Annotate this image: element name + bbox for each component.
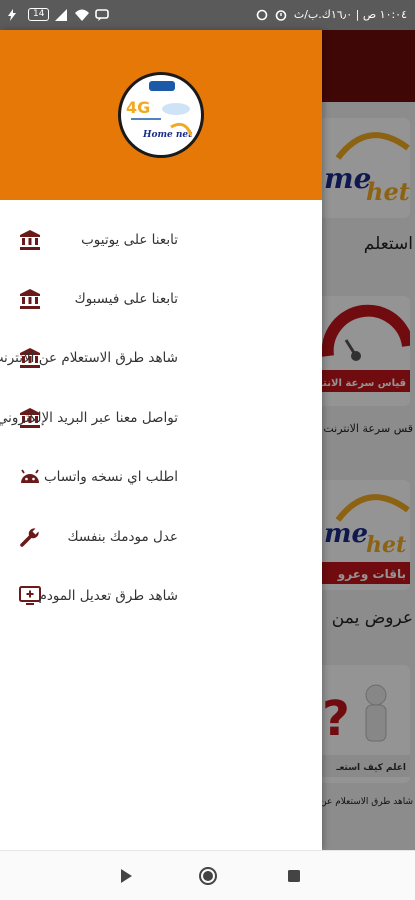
menu-item-email-contact[interactable]: تواصل معنا عبر البريد الإلكتروني: [0, 388, 322, 447]
drawer-header: 4G Home net: [0, 30, 322, 200]
menu-item-label: اطلب اي نسخه واتساب: [43, 469, 178, 486]
logo-4g-text: 4G: [126, 98, 150, 117]
logo-homenet-text: Home net: [142, 130, 193, 140]
battery-indicator: 14: [28, 8, 50, 21]
bank-icon: [18, 228, 42, 252]
menu-item-label: عدل مودمك بنفسك: [67, 528, 178, 545]
message-icon: [95, 8, 110, 21]
app-logo: 4G Home net: [118, 72, 204, 158]
status-time: ١٠:٠٤ ص | ١٦٫٠ك.ب/ث: [293, 8, 407, 21]
menu-item-modem-guides[interactable]: شاهد طرق تعديل المودم: [0, 566, 322, 625]
charging-icon: [8, 8, 22, 21]
alarm-icon: [275, 9, 289, 21]
status-right: ١٠:٠٤ ص | ١٦٫٠ك.ب/ث: [256, 8, 407, 21]
status-left: 14: [8, 8, 110, 21]
app-logo-image: 4G Home net: [126, 81, 193, 140]
menu-item-modem-edit[interactable]: عدل مودمك بنفسك: [0, 507, 322, 566]
menu-item-label: شاهد طرق تعديل المودم: [38, 588, 178, 605]
sync-icon: [256, 9, 270, 21]
wifi-icon: [75, 9, 90, 21]
bank-icon: [18, 287, 42, 311]
android-icon: [18, 465, 42, 489]
menu-item-internet-inquiry[interactable]: شاهد طرق الاستعلام عن الانترنت: [0, 329, 322, 388]
menu-item-label: تابعنا على فيسبوك: [74, 291, 178, 308]
navigation-drawer: 4G Home net تابعنا على يوتيوب تابعنا على…: [0, 30, 322, 850]
recents-button[interactable]: [284, 866, 304, 886]
system-nav-bar: [0, 850, 415, 900]
home-circle-icon: [199, 867, 217, 885]
menu-item-youtube[interactable]: تابعنا على يوتيوب: [0, 210, 322, 269]
menu-item-facebook[interactable]: تابعنا على فيسبوك: [0, 269, 322, 328]
back-button[interactable]: [116, 866, 136, 886]
drawer-menu: تابعنا على يوتيوب تابعنا على فيسبوك شاهد…: [0, 200, 322, 626]
home-button[interactable]: [198, 866, 218, 886]
menu-item-label: شاهد طرق الاستعلام عن الانترنت: [0, 350, 178, 367]
menu-item-whatsapp-version[interactable]: اطلب اي نسخه واتساب: [0, 448, 322, 507]
screen: me het استعلم قياس سرعة الانتـ قس سرعة ا…: [0, 0, 415, 900]
menu-item-label: تابعنا على يوتيوب: [81, 231, 178, 248]
menu-item-label: تواصل معنا عبر البريد الإلكتروني: [0, 409, 178, 426]
signal-icon: [55, 8, 69, 21]
play-back-icon: [121, 869, 132, 883]
status-bar: 14 ١٠:٠٤ ص | ١٦٫٠ك.ب/ث: [0, 0, 415, 30]
square-icon: [288, 870, 300, 882]
wrench-icon: [18, 525, 42, 549]
